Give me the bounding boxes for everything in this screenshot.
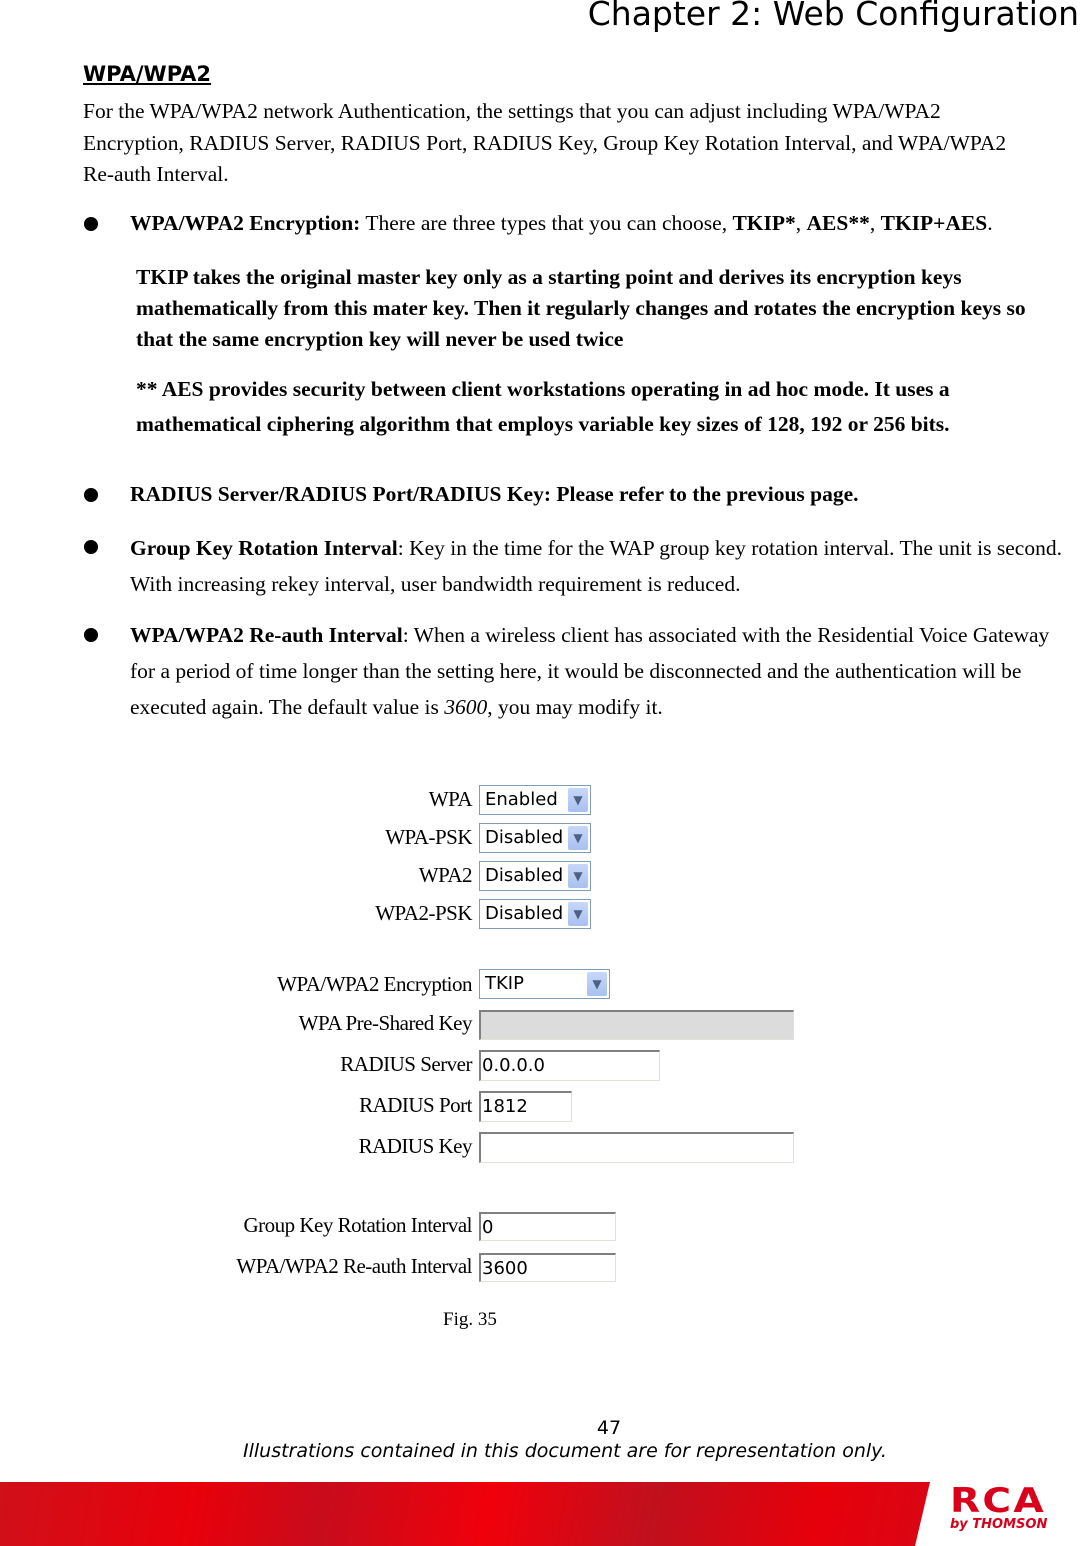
radius-server-input[interactable]: 0.0.0.0 xyxy=(479,1050,660,1081)
group-key-input[interactable]: 0 xyxy=(479,1212,616,1241)
chapter-header: Chapter 2: Web Configuration xyxy=(587,0,1079,33)
text: , you may modify it. xyxy=(487,695,663,719)
bullet-icon xyxy=(84,540,98,554)
sep: , xyxy=(795,211,807,235)
rca-logo: RCA by THOMSON xyxy=(950,1482,1085,1532)
term: WPA/WPA2 Encryption: xyxy=(130,211,361,235)
wpa-psk-label: WPA-PSK xyxy=(385,825,472,849)
bullet-icon xyxy=(84,217,98,231)
wpa-psk-select[interactable]: Disabled ▼ xyxy=(479,823,591,853)
psk-label: WPA Pre-Shared Key xyxy=(298,1011,473,1035)
option-aes: AES** xyxy=(806,211,870,235)
wpa2-select[interactable]: Disabled ▼ xyxy=(479,861,591,891)
sep: . xyxy=(987,211,993,235)
radius-port-label: RADIUS Port xyxy=(359,1093,472,1117)
radius-port-input[interactable]: 1812 xyxy=(479,1091,572,1122)
reauth-label: WPA/WPA2 Re-auth Interval xyxy=(236,1254,472,1278)
radius-server-label: RADIUS Server xyxy=(340,1052,472,1076)
page-number: 47 xyxy=(596,1417,622,1439)
chevron-down-icon[interactable]: ▼ xyxy=(568,788,588,812)
encryption-value: TKIP xyxy=(485,973,524,994)
option-tkip: TKIP* xyxy=(732,211,796,235)
radius-key-label: RADIUS Key xyxy=(358,1134,473,1158)
document-page: Chapter 2: Web Configuration WPA/WPA2 Fo… xyxy=(0,0,1085,1546)
chevron-down-icon[interactable]: ▼ xyxy=(568,902,588,926)
encryption-label: WPA/WPA2 Encryption xyxy=(277,972,472,996)
wpa-value: Enabled xyxy=(485,789,558,810)
chevron-down-icon[interactable]: ▼ xyxy=(568,826,588,850)
footer-band xyxy=(0,1482,930,1546)
term: WPA/WPA2 Re-auth Interval xyxy=(130,623,403,647)
term: Group Key Rotation Interval xyxy=(130,536,398,560)
aes-note: ** AES provides security between client … xyxy=(136,377,950,436)
disclaimer: Illustrations contained in this document… xyxy=(243,1440,887,1462)
text: There are three types that you can choos… xyxy=(360,211,733,235)
chevron-down-icon[interactable]: ▼ xyxy=(587,972,607,996)
section-title: WPA/WPA2 xyxy=(83,62,212,86)
bullet-icon xyxy=(84,628,98,642)
chevron-down-icon[interactable]: ▼ xyxy=(568,864,588,888)
tkip-note: TKIP takes the original master key only … xyxy=(136,265,1026,351)
sep: , xyxy=(869,211,881,235)
wpa-psk-value: Disabled xyxy=(485,827,564,848)
bullet-encryption: WPA/WPA2 Encryption: There are three typ… xyxy=(130,208,1085,240)
wpa2-psk-select[interactable]: Disabled ▼ xyxy=(479,899,591,929)
group-key-label: Group Key Rotation Interval xyxy=(243,1213,472,1237)
wpa2-psk-value: Disabled xyxy=(485,903,564,924)
intro-paragraph: For the WPA/WPA2 network Authentication,… xyxy=(83,99,1007,186)
wpa2-psk-label: WPA2-PSK xyxy=(375,901,472,925)
bullet-group-key: Group Key Rotation Interval: Key in the … xyxy=(130,530,1080,602)
bullet-reauth: WPA/WPA2 Re-auth Interval: When a wirele… xyxy=(130,617,1065,725)
option-tkip-aes: TKIP+AES xyxy=(880,211,988,235)
wpa-select[interactable]: Enabled ▼ xyxy=(479,785,591,815)
psk-input[interactable] xyxy=(479,1010,794,1040)
wpa2-label: WPA2 xyxy=(418,863,473,887)
default-value: 3600 xyxy=(444,695,488,719)
encryption-select[interactable]: TKIP ▼ xyxy=(479,969,610,999)
logo-text: RCA xyxy=(950,1481,1046,1521)
figure-caption: Fig. 35 xyxy=(443,1309,497,1330)
bullet-radius: RADIUS Server/RADIUS Port/RADIUS Key: Pl… xyxy=(130,482,859,506)
wpa-label: WPA xyxy=(428,787,473,811)
radius-key-input[interactable] xyxy=(479,1132,794,1163)
bullet-icon xyxy=(84,488,98,502)
reauth-input[interactable]: 3600 xyxy=(479,1253,616,1282)
wpa2-value: Disabled xyxy=(485,865,564,886)
